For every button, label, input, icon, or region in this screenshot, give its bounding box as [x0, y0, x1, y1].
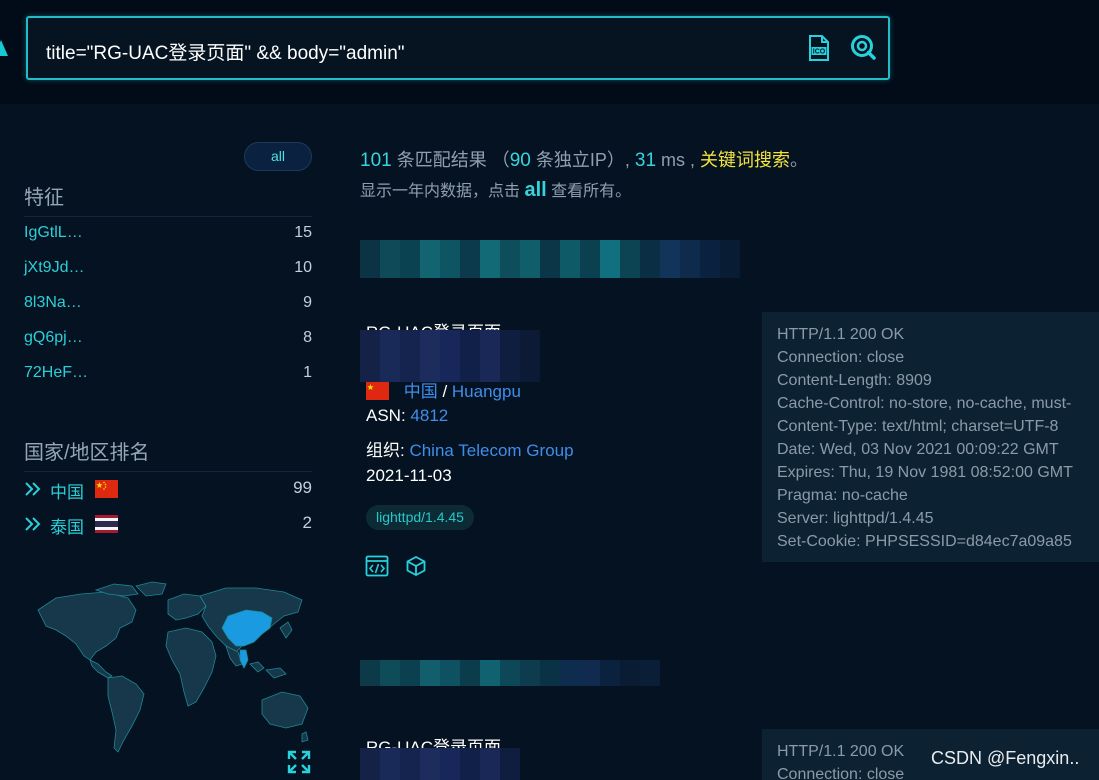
feature-label[interactable]: jXt9Jd…	[24, 259, 84, 277]
result-date: 2021-11-03	[366, 466, 452, 485]
results-scope-note: 显示一年内数据，点击 all 查看所有。	[360, 177, 631, 202]
country-count: 2	[302, 513, 312, 532]
header-line: Date: Wed, 03 Nov 2021 00:09:22 GMT	[777, 441, 1059, 458]
feature-count: 10	[294, 259, 312, 276]
feature-item[interactable]: gQ6pj… 8	[24, 329, 312, 351]
country-name[interactable]: 泰国	[50, 513, 84, 538]
header-line: Content-Length: 8909	[777, 372, 932, 389]
header-line: Expires: Thu, 19 Nov 1981 08:52:00 GMT	[777, 464, 1073, 481]
search-input[interactable]: title="RG-UAC登录页面" && body="admin" ICO	[26, 16, 890, 80]
summary-text: 条独立IP）,	[530, 150, 635, 170]
china-flag-icon	[95, 480, 118, 498]
http-response-panel[interactable]: HTTP/1.1 200 OK Connection: close Conten…	[762, 312, 1099, 562]
asn-link[interactable]: 4812	[410, 406, 448, 425]
logo-icon[interactable]	[0, 40, 8, 56]
search-results-page: title="RG-UAC登录页面" && body="admin" ICO a…	[0, 0, 1099, 780]
summary-text: 条匹配结果 （	[391, 150, 510, 170]
feature-count: 8	[303, 329, 312, 346]
query-time: 31	[634, 150, 657, 171]
header-line: HTTP/1.1 200 OK	[777, 326, 905, 343]
country-count: 99	[293, 478, 312, 497]
view-all-link[interactable]: all	[524, 179, 546, 201]
feature-item[interactable]: 72HeF… 1	[24, 364, 312, 386]
feature-count: 1	[303, 364, 312, 381]
cube-icon[interactable]	[405, 555, 427, 577]
keyword-search-link[interactable]: 关键词搜索	[700, 150, 790, 170]
divider	[24, 471, 312, 472]
fullscreen-icon[interactable]	[287, 750, 311, 774]
watermark-text: CSDN @Fengxin..	[931, 748, 1080, 768]
double-chevron-right-icon	[25, 482, 41, 496]
double-chevron-right-icon	[25, 517, 41, 531]
result-org: 组织: China Telecom Group	[366, 436, 574, 461]
header-line: Server: lighttpd/1.4.45	[777, 510, 934, 527]
total-count: 101	[360, 150, 392, 171]
feature-label[interactable]: 8l3Na…	[24, 294, 82, 312]
china-flag-icon	[366, 382, 389, 400]
scope-text: 显示一年内数据，点击	[360, 183, 525, 200]
unique-ip-count: 90	[509, 150, 531, 171]
country-item-china[interactable]: 中国 99	[24, 478, 312, 502]
svg-text:ICO: ICO	[813, 49, 826, 56]
header-line: Connection: close	[777, 349, 905, 366]
org-link[interactable]: China Telecom Group	[409, 441, 573, 460]
feature-count: 9	[303, 294, 312, 311]
server-tag[interactable]: lighttpd/1.4.45	[366, 505, 474, 530]
divider	[24, 216, 312, 217]
location-city-link[interactable]: Huangpu	[452, 382, 521, 401]
ico-file-icon[interactable]: ICO	[808, 35, 830, 61]
feature-count: 15	[294, 224, 312, 241]
country-item-thailand[interactable]: 泰国 2	[24, 513, 312, 537]
world-map[interactable]	[36, 580, 312, 775]
redacted-ip	[360, 330, 540, 382]
result-location: 中国 / Huangpu	[366, 377, 521, 402]
summary-text: 。	[790, 150, 809, 170]
header-line: Set-Cookie: PHPSESSID=d84ec7a09a85	[777, 533, 1072, 550]
feature-item[interactable]: jXt9Jd… 10	[24, 259, 312, 281]
search-query-text[interactable]: title="RG-UAC登录页面" && body="admin"	[46, 38, 405, 65]
feature-label[interactable]: gQ6pj…	[24, 329, 83, 347]
org-label: 组织:	[366, 441, 410, 460]
summary-text: ms ,	[656, 150, 701, 170]
all-filter-button[interactable]: all	[244, 142, 312, 171]
location-separator: /	[437, 382, 452, 401]
result-asn: ASN: 4812	[366, 406, 448, 426]
feature-item[interactable]: IgGtlL… 15	[24, 224, 312, 246]
feature-label[interactable]: 72HeF…	[24, 364, 88, 382]
search-header: title="RG-UAC登录页面" && body="admin" ICO	[0, 0, 1099, 104]
results-summary: 101 条匹配结果 （90 条独立IP）, 31 ms , 关键词搜索。	[360, 146, 808, 172]
location-country-link[interactable]: 中国	[404, 382, 438, 401]
feature-item[interactable]: 8l3Na… 9	[24, 294, 312, 316]
redacted-host[interactable]	[360, 240, 740, 278]
asn-label: ASN:	[366, 406, 411, 425]
country-ranking-title: 国家/地区排名	[24, 442, 150, 464]
redacted-host[interactable]	[360, 660, 660, 686]
feature-label[interactable]: IgGtlL…	[24, 224, 83, 242]
scope-text: 查看所有。	[546, 183, 632, 200]
features-title: 特征	[24, 187, 64, 209]
header-line: Pragma: no-cache	[777, 487, 908, 504]
search-icon[interactable]	[850, 34, 876, 60]
header-line: Content-Type: text/html; charset=UTF-8	[777, 418, 1059, 435]
code-source-icon[interactable]	[365, 555, 389, 577]
redacted-ip	[360, 748, 520, 780]
country-name[interactable]: 中国	[50, 478, 84, 503]
header-line: Cache-Control: no-store, no-cache, must-	[777, 395, 1072, 412]
thailand-flag-icon	[95, 515, 118, 533]
